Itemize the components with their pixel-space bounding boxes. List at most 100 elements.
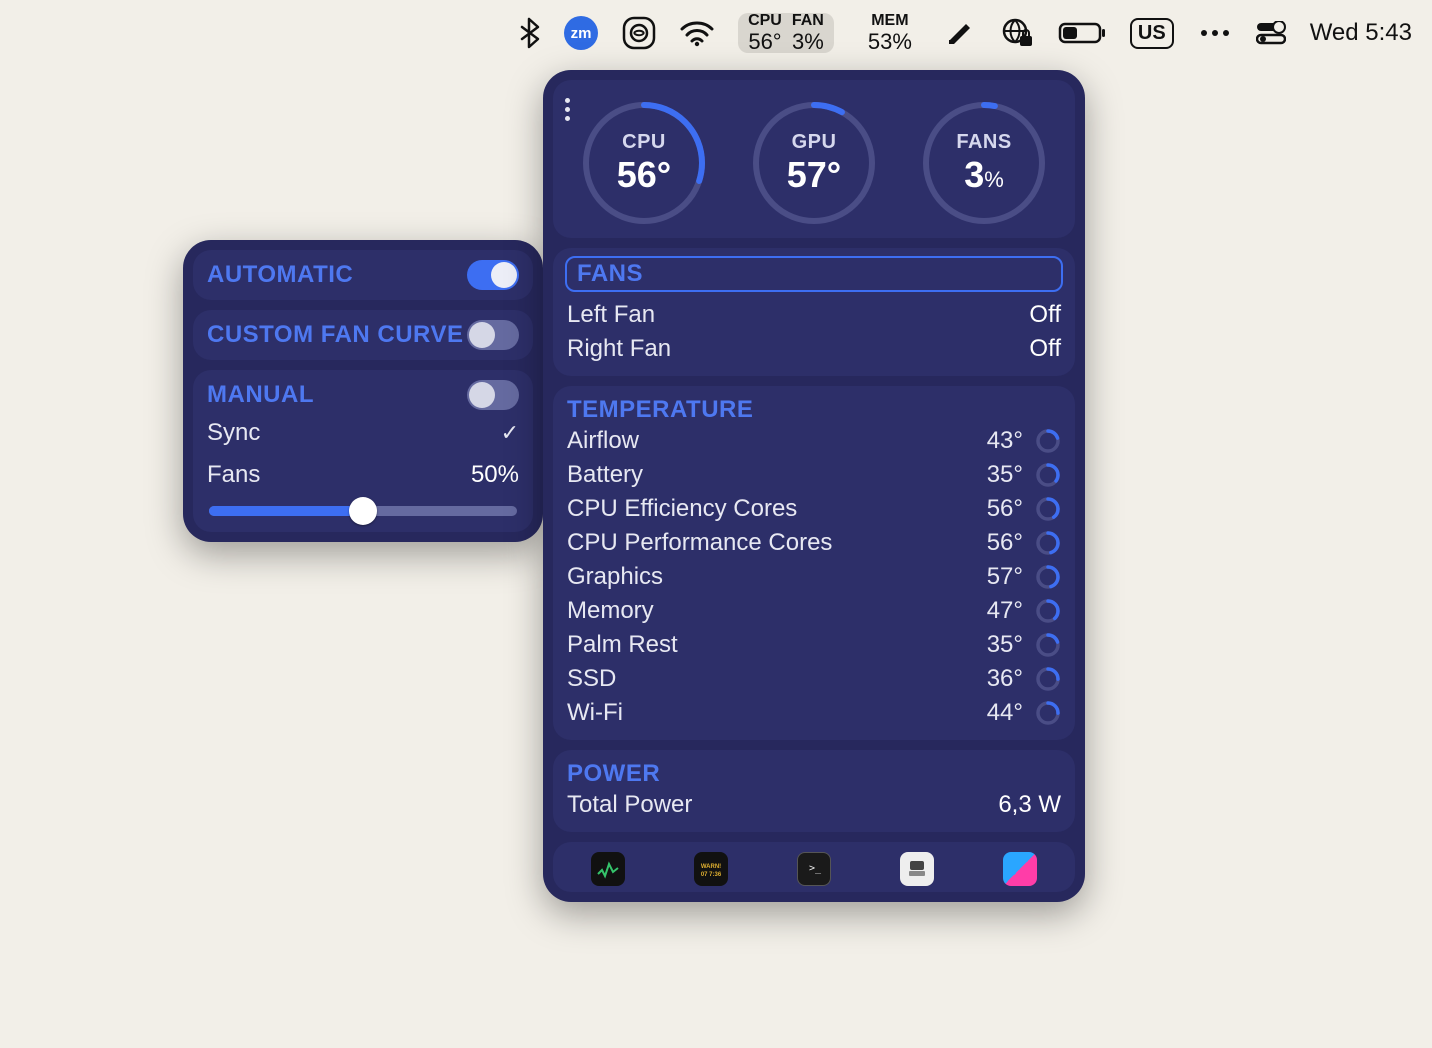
- cpu-stat-value: 56°: [748, 30, 781, 53]
- menu-bar-clock[interactable]: Wed 5:43: [1310, 13, 1412, 53]
- temperature-row-label: Battery: [567, 461, 643, 489]
- temperature-row-value: 43°: [987, 427, 1023, 455]
- popover-menu-icon[interactable]: [565, 98, 570, 121]
- temperature-ring-icon: [1035, 428, 1061, 454]
- fan-control-popover: AUTOMATIC CUSTOM FAN CURVE MANUAL Sync ✓…: [183, 240, 543, 542]
- menu-bar: zm CPU56° FAN3% MEM53% US Wed 5:43: [0, 0, 1432, 66]
- manual-label: MANUAL: [207, 381, 314, 409]
- mem-stat-label: MEM: [871, 13, 908, 30]
- terminal-icon[interactable]: >_: [797, 852, 831, 886]
- console-icon[interactable]: WARN! 07 7:36: [694, 852, 728, 886]
- temperature-header: TEMPERATURE: [567, 396, 1061, 424]
- temperature-row-value: 36°: [987, 665, 1023, 693]
- temperature-row-value: 35°: [987, 461, 1023, 489]
- control-center-icon[interactable]: [1256, 13, 1286, 53]
- vpn-lock-icon[interactable]: [1000, 13, 1034, 53]
- temperature-row: CPU Performance Cores 56°: [567, 526, 1061, 560]
- fan-row-label: Left Fan: [567, 301, 655, 329]
- temperature-row-label: Palm Rest: [567, 631, 678, 659]
- sync-label: Sync: [207, 419, 260, 447]
- temperature-row-label: CPU Performance Cores: [567, 529, 832, 557]
- temperature-row-value: 44°: [987, 699, 1023, 727]
- temperature-row: SSD 36°: [567, 662, 1061, 696]
- temperature-row-label: Airflow: [567, 427, 639, 455]
- battery-icon[interactable]: [1058, 13, 1106, 53]
- mem-stat-value: 53%: [868, 30, 912, 53]
- pencil-icon[interactable]: [946, 13, 976, 53]
- temperature-ring-icon: [1035, 496, 1061, 522]
- fan-row-label: Right Fan: [567, 335, 671, 363]
- svg-text:>_: >_: [809, 863, 822, 874]
- custom-curve-toggle[interactable]: [467, 320, 519, 350]
- temperature-row-label: CPU Efficiency Cores: [567, 495, 797, 523]
- stats-popover: CPU56° GPU57° FANS3% FANS Left Fan OffRi…: [543, 70, 1085, 902]
- automatic-card: AUTOMATIC: [193, 250, 533, 300]
- temperature-row: Palm Rest 35°: [567, 628, 1061, 662]
- temperature-row-value: 47°: [987, 597, 1023, 625]
- temperature-ring-icon: [1035, 632, 1061, 658]
- fans-value: 50%: [471, 461, 519, 489]
- temperature-ring-icon: [1035, 462, 1061, 488]
- temperature-row: Graphics 57°: [567, 560, 1061, 594]
- system-info-icon[interactable]: [900, 852, 934, 886]
- cpu-gauge: CPU56°: [579, 98, 709, 228]
- temperature-row: Memory 47°: [567, 594, 1061, 628]
- activity-monitor-icon[interactable]: [591, 852, 625, 886]
- gauges-card: CPU56° GPU57° FANS3%: [553, 80, 1075, 238]
- fan-row: Left Fan Off: [567, 298, 1061, 332]
- temperature-row: Battery 35°: [567, 458, 1061, 492]
- power-card: POWER Total Power 6,3 W: [553, 750, 1075, 832]
- zoom-app-icon[interactable]: zm: [564, 13, 598, 53]
- fans-slider[interactable]: [209, 506, 517, 516]
- temperature-row: CPU Efficiency Cores 56°: [567, 492, 1061, 526]
- more-icon[interactable]: [1198, 13, 1232, 53]
- cpu-stat-label: CPU: [748, 13, 782, 30]
- temperature-row-value: 35°: [987, 631, 1023, 659]
- cpu-fan-stat[interactable]: CPU56° FAN3%: [738, 13, 834, 53]
- fan-stat-value: 3%: [792, 30, 824, 53]
- total-power-value: 6,3 W: [998, 791, 1061, 819]
- fans-gauge: FANS3%: [919, 98, 1049, 228]
- temperature-row: Wi-Fi 44°: [567, 696, 1061, 730]
- color-meter-icon[interactable]: [1003, 852, 1037, 886]
- temperature-row-label: SSD: [567, 665, 616, 693]
- fans-card: FANS Left Fan OffRight Fan Off: [553, 248, 1075, 376]
- gpu-gauge: GPU57°: [749, 98, 879, 228]
- temperature-row-label: Memory: [567, 597, 654, 625]
- bluetooth-icon[interactable]: [518, 13, 540, 53]
- temperature-row-label: Wi-Fi: [567, 699, 623, 727]
- temperature-ring-icon: [1035, 530, 1061, 556]
- automatic-label: AUTOMATIC: [207, 261, 353, 289]
- custom-curve-card: CUSTOM FAN CURVE: [193, 310, 533, 360]
- svg-text:WARN!: WARN!: [701, 864, 721, 870]
- temperature-ring-icon: [1035, 700, 1061, 726]
- temperature-ring-icon: [1035, 666, 1061, 692]
- fan-stat-label: FAN: [792, 13, 824, 30]
- temperature-row-value: 56°: [987, 495, 1023, 523]
- fans-label: Fans: [207, 461, 260, 489]
- fan-row-value: Off: [1029, 335, 1061, 363]
- automatic-toggle[interactable]: [467, 260, 519, 290]
- total-power-label: Total Power: [567, 791, 692, 819]
- temperature-row: Airflow 43°: [567, 424, 1061, 458]
- power-header: POWER: [567, 760, 1061, 788]
- temperature-card: TEMPERATURE Airflow 43° Battery 35° CPU …: [553, 386, 1075, 740]
- manual-card: MANUAL Sync ✓ Fans 50%: [193, 370, 533, 532]
- sync-row[interactable]: Sync ✓: [207, 416, 519, 450]
- wifi-icon[interactable]: [680, 13, 714, 53]
- temperature-row-value: 56°: [987, 529, 1023, 557]
- app-circle-icon[interactable]: [622, 13, 656, 53]
- custom-curve-label: CUSTOM FAN CURVE: [207, 321, 463, 349]
- quick-apps-dock: WARN! 07 7:36 >_: [553, 842, 1075, 892]
- manual-toggle[interactable]: [467, 380, 519, 410]
- sync-check-icon: ✓: [501, 420, 519, 446]
- temperature-ring-icon: [1035, 564, 1061, 590]
- svg-text:07 7:36: 07 7:36: [701, 872, 722, 878]
- mem-stat[interactable]: MEM53%: [858, 13, 922, 53]
- temperature-row-label: Graphics: [567, 563, 663, 591]
- fan-row-value: Off: [1029, 301, 1061, 329]
- temperature-row-value: 57°: [987, 563, 1023, 591]
- fan-row: Right Fan Off: [567, 332, 1061, 366]
- input-method-badge[interactable]: US: [1130, 13, 1174, 53]
- temperature-ring-icon: [1035, 598, 1061, 624]
